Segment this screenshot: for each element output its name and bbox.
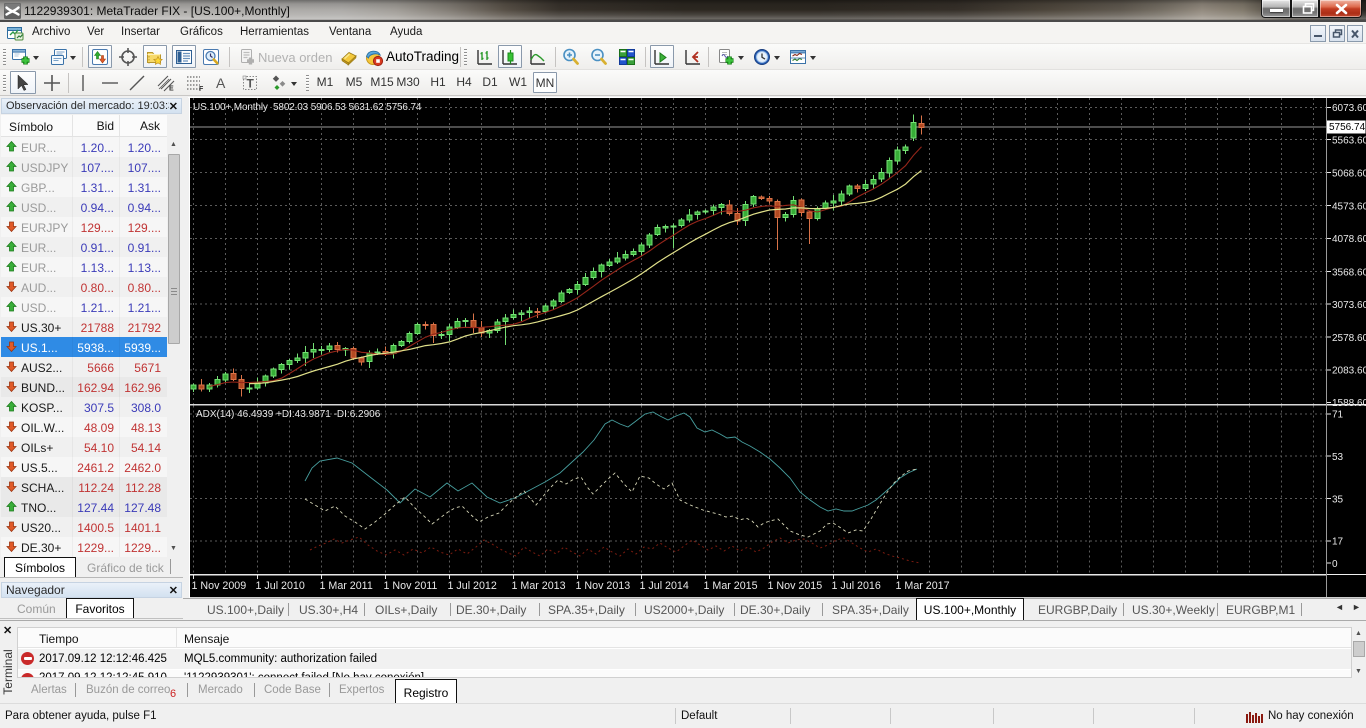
svg-text:1 Nov 2009: 1 Nov 2009 [192,580,247,592]
svg-text:E: E [169,86,174,93]
svg-text:53: 53 [1332,452,1344,463]
svg-text:A: A [216,75,226,91]
svg-text:1 Jul 2016: 1 Jul 2016 [832,580,881,592]
svg-text:1 Jul 2010: 1 Jul 2010 [256,580,305,592]
svg-text:3568.60: 3568.60 [1332,268,1366,279]
svg-text:4078.60: 4078.60 [1332,234,1366,245]
svg-text:1 Jul 2012: 1 Jul 2012 [448,580,497,592]
svg-text:5563.60: 5563.60 [1332,136,1366,147]
svg-text:1 Nov 2013: 1 Nov 2013 [576,580,631,592]
svg-text:ADX(14) 46.4939 +DI:43.9871 -D: ADX(14) 46.4939 +DI:43.9871 -DI:6.2906 [196,409,381,420]
svg-text:1 Nov 2015: 1 Nov 2015 [768,580,823,592]
svg-text:5068.60: 5068.60 [1332,168,1366,179]
svg-text:0: 0 [1332,559,1338,570]
svg-text:2578.60: 2578.60 [1332,333,1366,344]
svg-text:1 Mar 2011: 1 Mar 2011 [320,580,373,592]
svg-text:17: 17 [1332,537,1344,548]
svg-text:4573.60: 4573.60 [1332,201,1366,212]
svg-text:5756.74: 5756.74 [1329,122,1366,133]
svg-text:35: 35 [1332,494,1344,505]
svg-text:2083.60: 2083.60 [1332,366,1366,377]
svg-text:T: T [247,77,255,91]
svg-text:1 Mar 2015: 1 Mar 2015 [704,580,758,592]
svg-text:71: 71 [1332,410,1344,421]
svg-text:1 Mar 2013: 1 Mar 2013 [512,580,566,592]
svg-text:1588.60: 1588.60 [1332,398,1366,409]
svg-text:1 Nov 2011: 1 Nov 2011 [384,580,438,592]
svg-text:6073.60: 6073.60 [1332,103,1366,114]
svg-text:1 Mar 2017: 1 Mar 2017 [896,580,950,592]
svg-text:1 Jul 2014: 1 Jul 2014 [640,580,689,592]
svg-text:3073.60: 3073.60 [1332,300,1366,311]
svg-text:US.100+,Monthly 5802.03 5906.: US.100+,Monthly 5802.03 5906.53 5631.62 … [193,102,422,113]
svg-text:F: F [199,86,204,93]
